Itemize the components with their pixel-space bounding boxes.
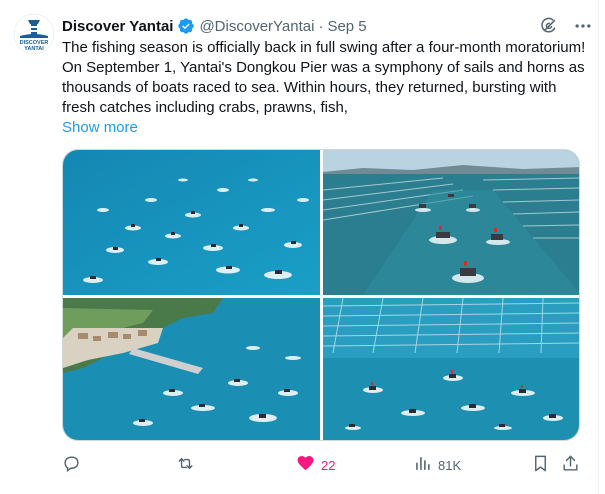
media-image-3[interactable] [63,298,320,440]
media-image-4[interactable] [323,298,579,440]
tweet-actions: 22 81K [62,454,582,476]
grok-icon[interactable] [539,16,559,36]
more-horizontal-icon[interactable] [573,16,593,36]
repost-button[interactable] [176,454,201,476]
avatar-text-bottom: YANTAI [24,46,44,52]
header-separator: · [318,17,324,35]
media-image-2[interactable] [323,150,579,295]
author-avatar[interactable]: DISCOVER YANTAI [14,14,54,54]
views-chart-icon [413,454,432,476]
share-icon [561,454,580,476]
author-display-name[interactable]: Discover Yantai [62,18,173,35]
bookmark-icon [531,454,550,476]
heart-filled-icon [296,454,315,476]
share-button[interactable] [561,454,580,476]
media-grid [62,149,580,441]
views-count: 81K [438,457,462,473]
header-actions [539,16,593,36]
author-handle[interactable]: @DiscoverYantai [199,18,314,35]
tweet-header: Discover Yantai @DiscoverYantai · Sep 5 [62,15,593,37]
tweet-date[interactable]: Sep 5 [327,18,366,35]
verified-badge-icon[interactable] [177,17,195,35]
repost-icon [176,454,195,476]
like-count: 22 [321,457,336,473]
reply-icon [62,454,81,476]
views-button[interactable]: 81K [413,454,461,476]
tweet-text: The fishing season is officially back in… [62,39,586,116]
reply-button[interactable] [62,454,87,476]
bookmark-button[interactable] [531,454,550,476]
media-image-1[interactable] [63,150,320,295]
show-more-link[interactable]: Show more [62,119,138,136]
like-button[interactable]: 22 [296,454,335,476]
